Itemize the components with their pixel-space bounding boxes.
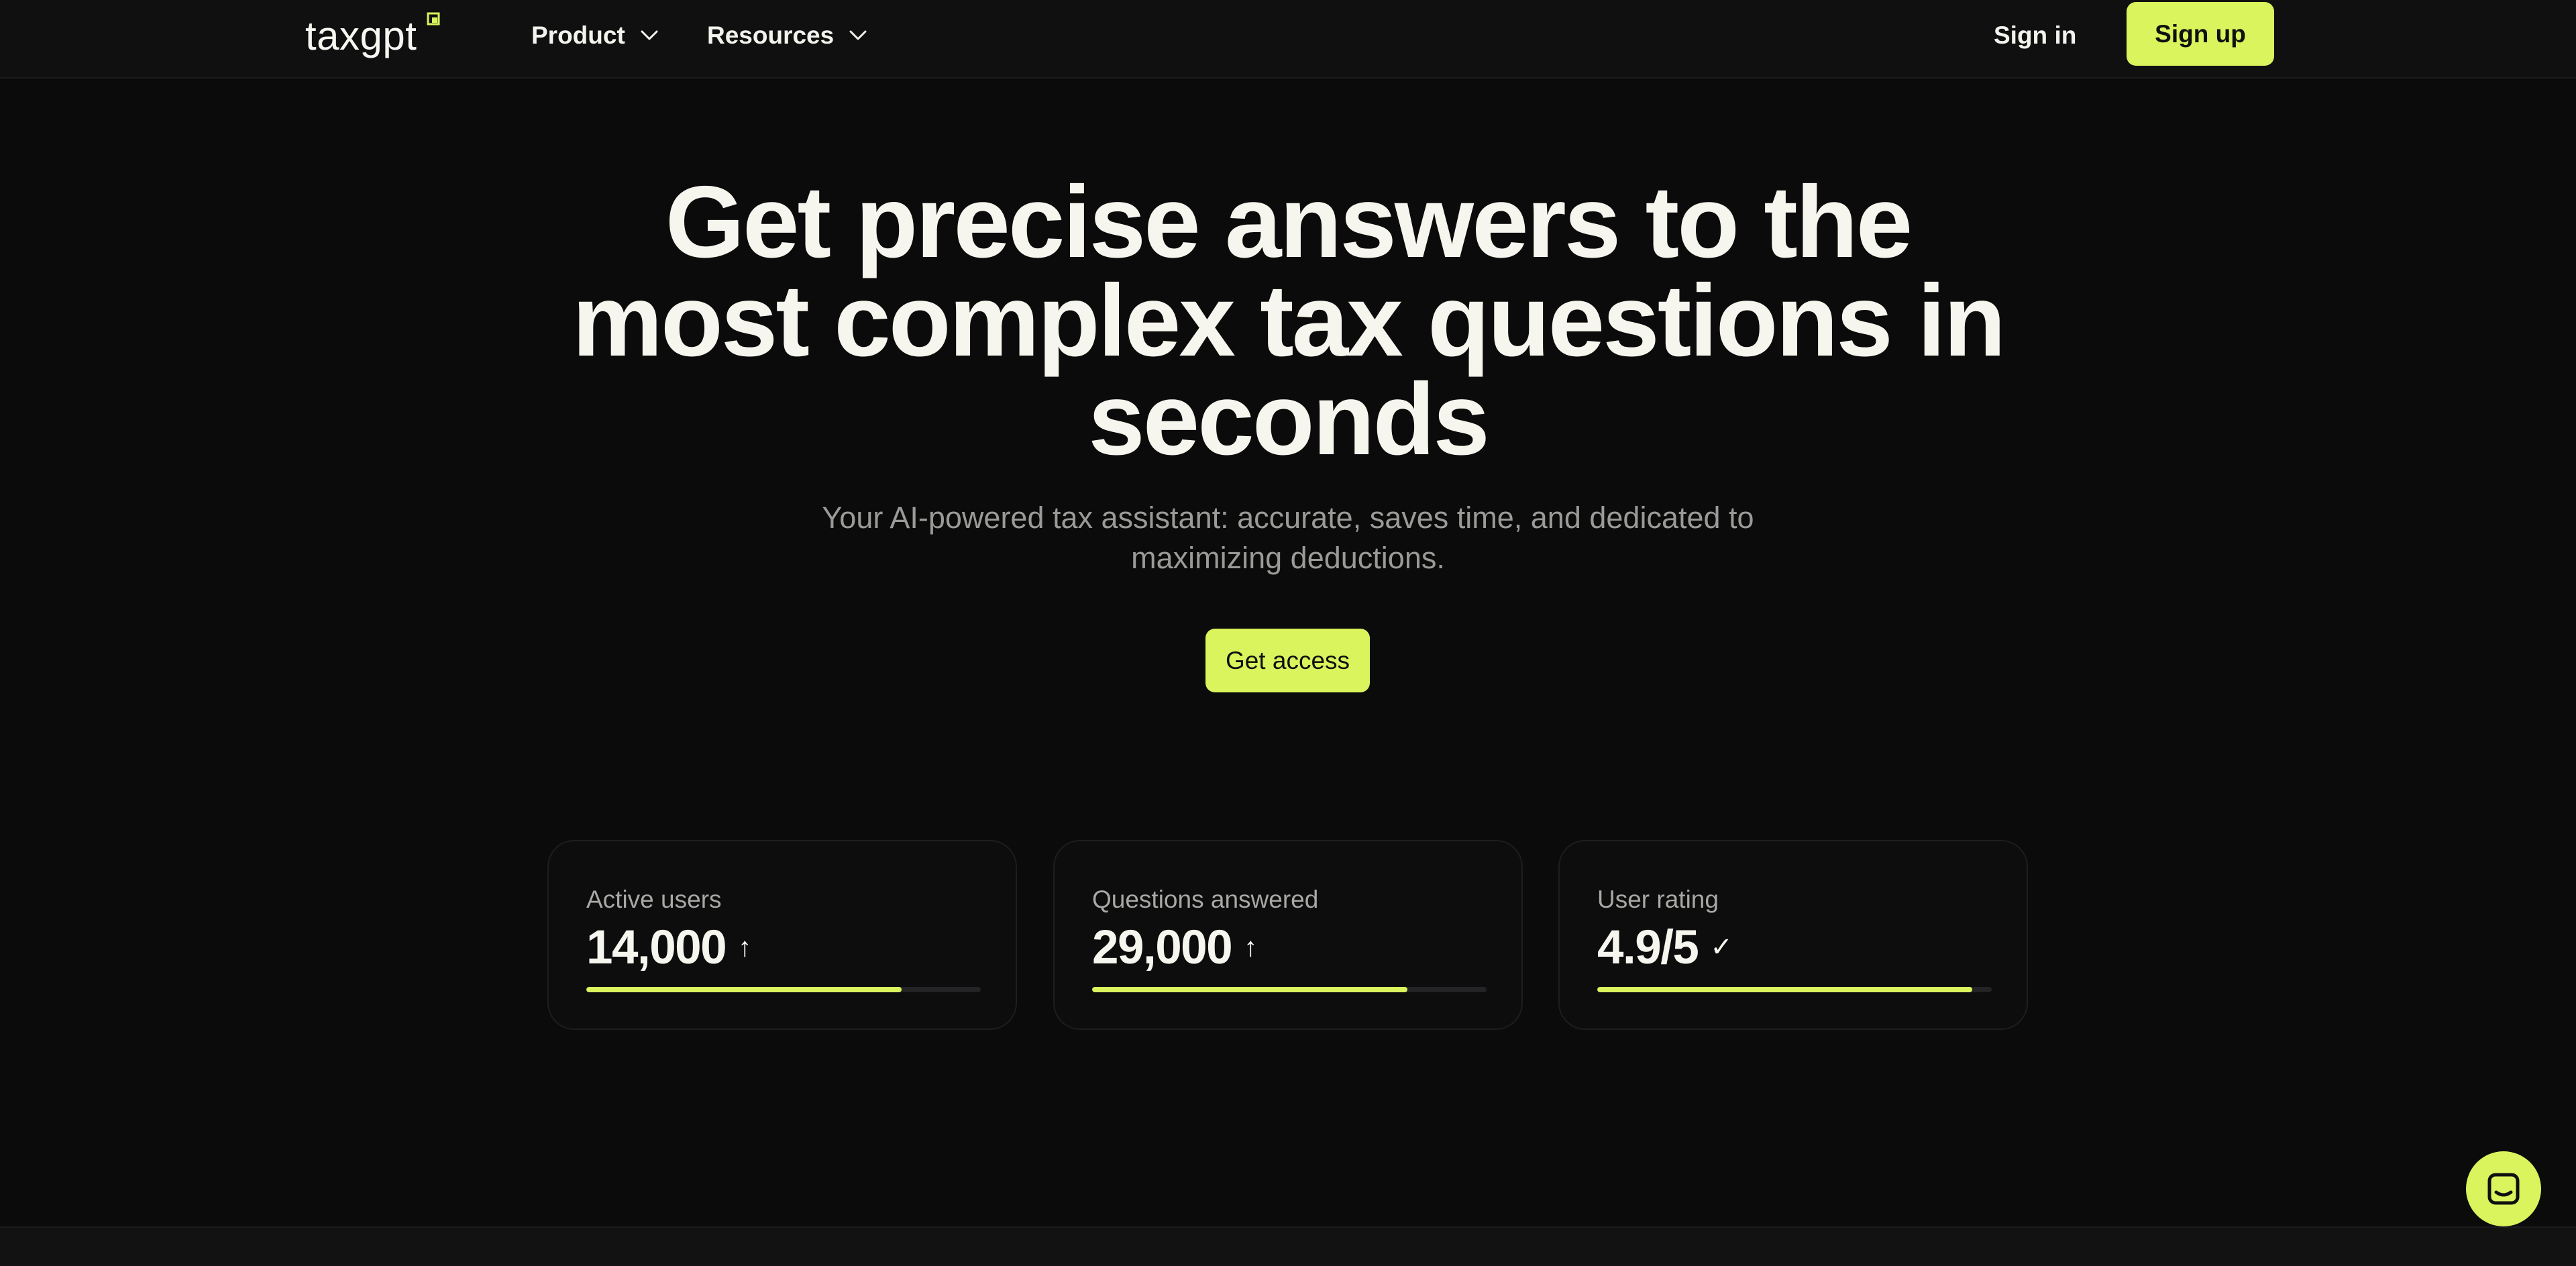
sign-up-button[interactable]: Sign up <box>2127 2 2274 66</box>
stat-card-active-users: Active users 14,000 ↑ <box>547 840 1017 1030</box>
nav-product[interactable]: Product <box>531 20 659 51</box>
stat-value: 29,000 <box>1092 920 1233 974</box>
check-icon: ✓ <box>1710 933 1733 962</box>
stat-label: Active users <box>586 886 722 913</box>
nav-product-label: Product <box>531 21 625 49</box>
stat-progress-track <box>586 987 981 992</box>
sign-in-link[interactable]: Sign in <box>1994 20 2076 51</box>
next-section-edge <box>0 1226 2576 1266</box>
page: taxgpt Product Resources Sign in Sign up… <box>0 0 2576 1266</box>
stat-card-questions-answered: Questions answered 29,000 ↑ <box>1053 840 1523 1030</box>
arrow-up-icon: ↑ <box>738 932 752 962</box>
stat-progress-fill <box>1092 987 1408 992</box>
stat-value: 4.9/5 <box>1597 920 1699 974</box>
hero-title: Get precise answers to the most complex … <box>572 165 2006 476</box>
stat-value-row: 4.9/5 ✓ <box>1597 920 1733 974</box>
stat-label: User rating <box>1597 886 1719 913</box>
stat-progress-fill <box>1597 987 1972 992</box>
stat-value: 14,000 <box>586 920 727 974</box>
stat-value-row: 14,000 ↑ <box>586 920 751 974</box>
logo-mark-icon <box>427 12 440 25</box>
chat-launcher-button[interactable] <box>2466 1151 2541 1226</box>
chat-icon <box>2487 1173 2520 1205</box>
stat-label: Questions answered <box>1092 886 1319 913</box>
nav-resources[interactable]: Resources <box>707 20 867 51</box>
chevron-down-icon <box>849 30 867 40</box>
nav-resources-label: Resources <box>707 21 835 49</box>
arrow-up-icon: ↑ <box>1244 932 1258 962</box>
top-navbar: taxgpt Product Resources Sign in Sign up <box>0 0 2576 78</box>
get-access-button[interactable]: Get access <box>1205 629 1370 692</box>
stat-progress-track <box>1597 987 1992 992</box>
chevron-down-icon <box>641 30 658 40</box>
stat-value-row: 29,000 ↑ <box>1092 920 1257 974</box>
stat-progress-fill <box>586 987 902 992</box>
stat-card-user-rating: User rating 4.9/5 ✓ <box>1558 840 2028 1030</box>
hero-subtitle: Your AI-powered tax assistant: accurate,… <box>822 500 1754 575</box>
logo[interactable]: taxgpt <box>305 9 417 63</box>
stat-progress-track <box>1092 987 1487 992</box>
